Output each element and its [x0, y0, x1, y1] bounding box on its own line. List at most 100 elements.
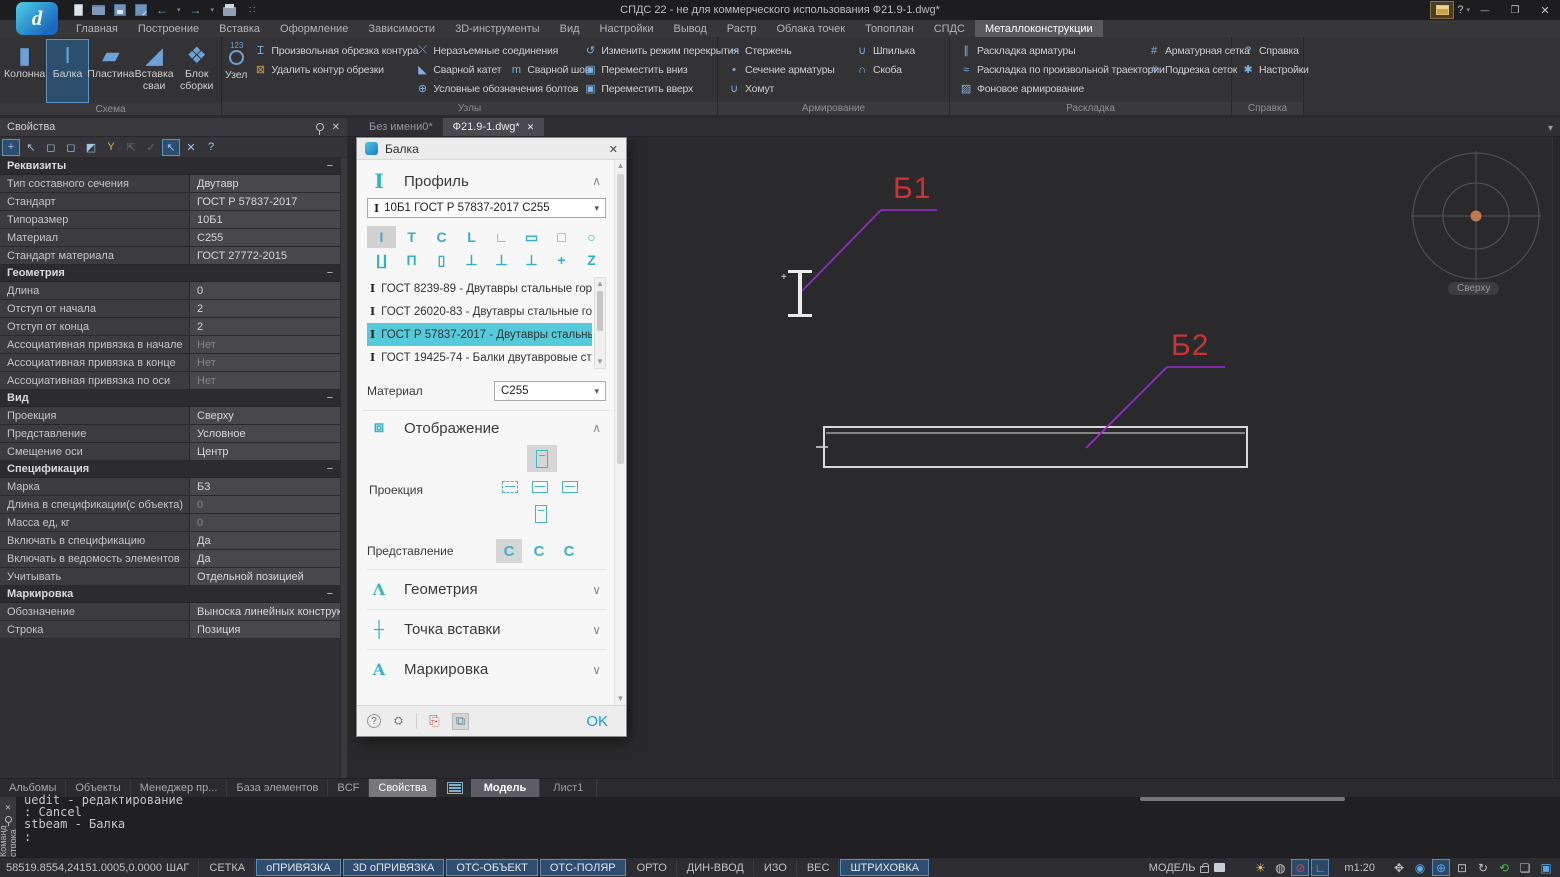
shape-z-profile-icon[interactable]: Ζ [577, 249, 606, 271]
table-editor-icon[interactable] [1430, 1, 1454, 19]
status-toggle[interactable]: оПРИВЯЗКА [256, 859, 341, 876]
canvas-scrollbar[interactable] [1552, 137, 1560, 778]
material-combo[interactable]: С255 [494, 381, 606, 401]
property-row[interactable]: Тип составного сечения Двутавр [0, 175, 340, 193]
ribbon-button[interactable]: # Подрезка сеток [1147, 62, 1223, 77]
ucs-icon[interactable]: ∟ [1311, 859, 1329, 876]
command-scrollbar[interactable] [1140, 797, 1345, 801]
property-row[interactable]: Включать в ведомость элементов Да [0, 550, 340, 568]
add-to-selection-icon[interactable]: + [2, 139, 20, 156]
crossing-select-icon[interactable]: ◻ [62, 139, 80, 156]
property-row[interactable]: Стандарт ГОСТ Р 57837-2017 [0, 193, 340, 211]
ribbon-tab[interactable]: Главная [66, 20, 128, 37]
property-row[interactable]: Стандарт материала ГОСТ 27772-2015 [0, 247, 340, 265]
property-row[interactable]: Масса ед, кг 0 [0, 514, 340, 532]
ribbon-tab[interactable]: Построение [128, 20, 209, 37]
property-row[interactable]: Включать в спецификацию Да [0, 532, 340, 550]
ribbon-button[interactable]: ▣ Переместить вверх [583, 81, 713, 96]
shape-double-angle2-icon[interactable]: ⊥ [487, 249, 516, 271]
ribbon-tab[interactable]: Вывод [663, 20, 716, 37]
shape-square-tube-icon[interactable]: □ [547, 226, 576, 248]
ribbon-big-button[interactable]: ▮ Колонна [3, 39, 46, 103]
property-row[interactable]: Ассоциативная привязка в начале Нет [0, 336, 340, 354]
close-button[interactable] [1530, 0, 1560, 20]
property-row[interactable]: Отступ от конца 2 [0, 318, 340, 336]
property-row[interactable]: Представление Условное [0, 425, 340, 443]
undo-icon[interactable]: ← [156, 4, 168, 16]
projection-front-icon[interactable] [527, 476, 553, 497]
document-tab[interactable]: Ф21.9-1.dwg* [443, 118, 545, 136]
representation-conditional-icon[interactable]: С [496, 539, 522, 563]
gost-list-item[interactable]: Ι ГОСТ 19425-74 - Балки двутавровые стал [367, 346, 592, 369]
paper-icon[interactable] [1214, 863, 1225, 872]
ribbon-button[interactable]: ✱ Настройки [1241, 62, 1295, 77]
collapse-icon[interactable] [327, 267, 333, 279]
ribbon-tab[interactable]: Вставка [209, 20, 270, 37]
beam-mark-b2[interactable]: Б2 [1171, 331, 1209, 361]
redo-dropdown-icon[interactable]: ▾ [211, 6, 215, 14]
window-select-icon[interactable]: ◻ [42, 139, 60, 156]
projection-right-icon[interactable] [557, 476, 583, 497]
uzel-button[interactable]: 123 Узел [225, 39, 247, 81]
shape-rect-tube-icon[interactable]: ▭ [517, 226, 546, 248]
invert-selection-icon[interactable]: ◩ [82, 139, 100, 156]
ribbon-button[interactable]: ⊕ Условные обозначения болтов [415, 81, 573, 96]
status-toggle[interactable]: ИЗО [754, 859, 797, 876]
redo-icon[interactable]: → [190, 4, 202, 16]
ribbon-big-button[interactable]: ❖ Блок сборки [175, 39, 218, 103]
ribbon-tab[interactable]: Настройки [590, 20, 664, 37]
minimize-button[interactable] [1470, 0, 1500, 20]
collapse-icon[interactable] [327, 160, 333, 172]
regen-icon[interactable]: ⟲ [1495, 859, 1513, 876]
dialog-help-icon[interactable]: ? [367, 714, 381, 728]
status-toggle[interactable]: ОТС-ОБЪЕКТ [446, 859, 537, 876]
ribbon-button[interactable]: # Арматурная сетка [1147, 43, 1223, 58]
command-line-panel[interactable]: Командная строка uedit - редактирование … [0, 797, 1560, 857]
representation-simplified-icon[interactable]: С [526, 539, 552, 563]
ribbon-tab[interactable]: Зависимости [358, 20, 445, 37]
ribbon-button[interactable]: ↺ Изменить режим перекрытия [583, 43, 713, 58]
collapse-icon[interactable] [327, 392, 333, 404]
status-toggle[interactable]: ШАГ [156, 859, 199, 876]
pan-icon[interactable]: ✥ [1390, 859, 1408, 876]
customize-qat-icon[interactable]: ∷ [249, 5, 256, 16]
lock-icon[interactable] [1200, 866, 1209, 873]
chevron-down-icon[interactable] [592, 663, 606, 677]
list-scrollbar[interactable]: ▲▼ [594, 277, 606, 369]
open-folder-icon[interactable] [92, 5, 105, 15]
close-panel-icon[interactable] [332, 121, 340, 133]
shape-double-angle1-icon[interactable]: ⊥ [457, 249, 486, 271]
shape-composite-box-icon[interactable]: ▯ [427, 249, 456, 271]
status-toggle[interactable]: ВЕС [797, 859, 840, 876]
status-toggle[interactable]: 3D оПРИВЯЗКА [343, 859, 445, 876]
property-row[interactable]: Ассоциативная привязка по оси Нет [0, 372, 340, 390]
close-command-panel-icon[interactable] [5, 799, 10, 813]
print-icon[interactable] [223, 7, 236, 16]
close-tab-icon[interactable] [527, 121, 535, 133]
property-row[interactable]: Смещение оси Центр [0, 443, 340, 461]
shape-tee-icon[interactable]: Τ [397, 226, 426, 248]
filter-icon[interactable]: Υ [102, 139, 120, 156]
ribbon-button[interactable]: ∪ Шпилька [855, 43, 937, 58]
load-defaults-icon[interactable]: ⎘ [426, 713, 443, 730]
gost-list-item[interactable]: Ι ГОСТ 8239-89 - Двутавры стальные горяч [367, 277, 592, 300]
properties-scrollbar[interactable] [340, 158, 347, 778]
undo-dropdown-icon[interactable]: ▾ [177, 6, 181, 14]
ribbon-button[interactable]: ≈ Раскладка по произвольной траектории [959, 62, 1137, 77]
ribbon-big-button[interactable]: ◢ Вставка сваи [133, 39, 176, 103]
ribbon-button[interactable]: ◣ Сварной катет [415, 62, 501, 77]
ribbon-button[interactable]: ∩ Скоба [855, 62, 937, 77]
collapse-icon[interactable] [327, 463, 333, 475]
shape-cruciform-icon[interactable]: + [547, 249, 576, 271]
maximize-button[interactable] [1500, 0, 1530, 20]
save-icon[interactable] [114, 4, 126, 16]
ribbon-button[interactable]: ▨ Фоновое армирование [959, 81, 1137, 96]
chevron-down-icon[interactable] [592, 623, 606, 637]
zoom-extents-icon[interactable]: ⊡ [1453, 859, 1471, 876]
gost-list-item[interactable]: Ι ГОСТ Р 57837-2017 - Двутавры стальные [367, 323, 592, 346]
property-row[interactable]: Проекция Сверху [0, 407, 340, 425]
model-space-label[interactable]: МОДЕЛЬ [1149, 862, 1196, 874]
view-orientation-pill[interactable]: Сверху [1448, 282, 1499, 295]
property-row[interactable]: Материал С255 [0, 229, 340, 247]
shape-double-angle3-icon[interactable]: ⊥ [517, 249, 546, 271]
